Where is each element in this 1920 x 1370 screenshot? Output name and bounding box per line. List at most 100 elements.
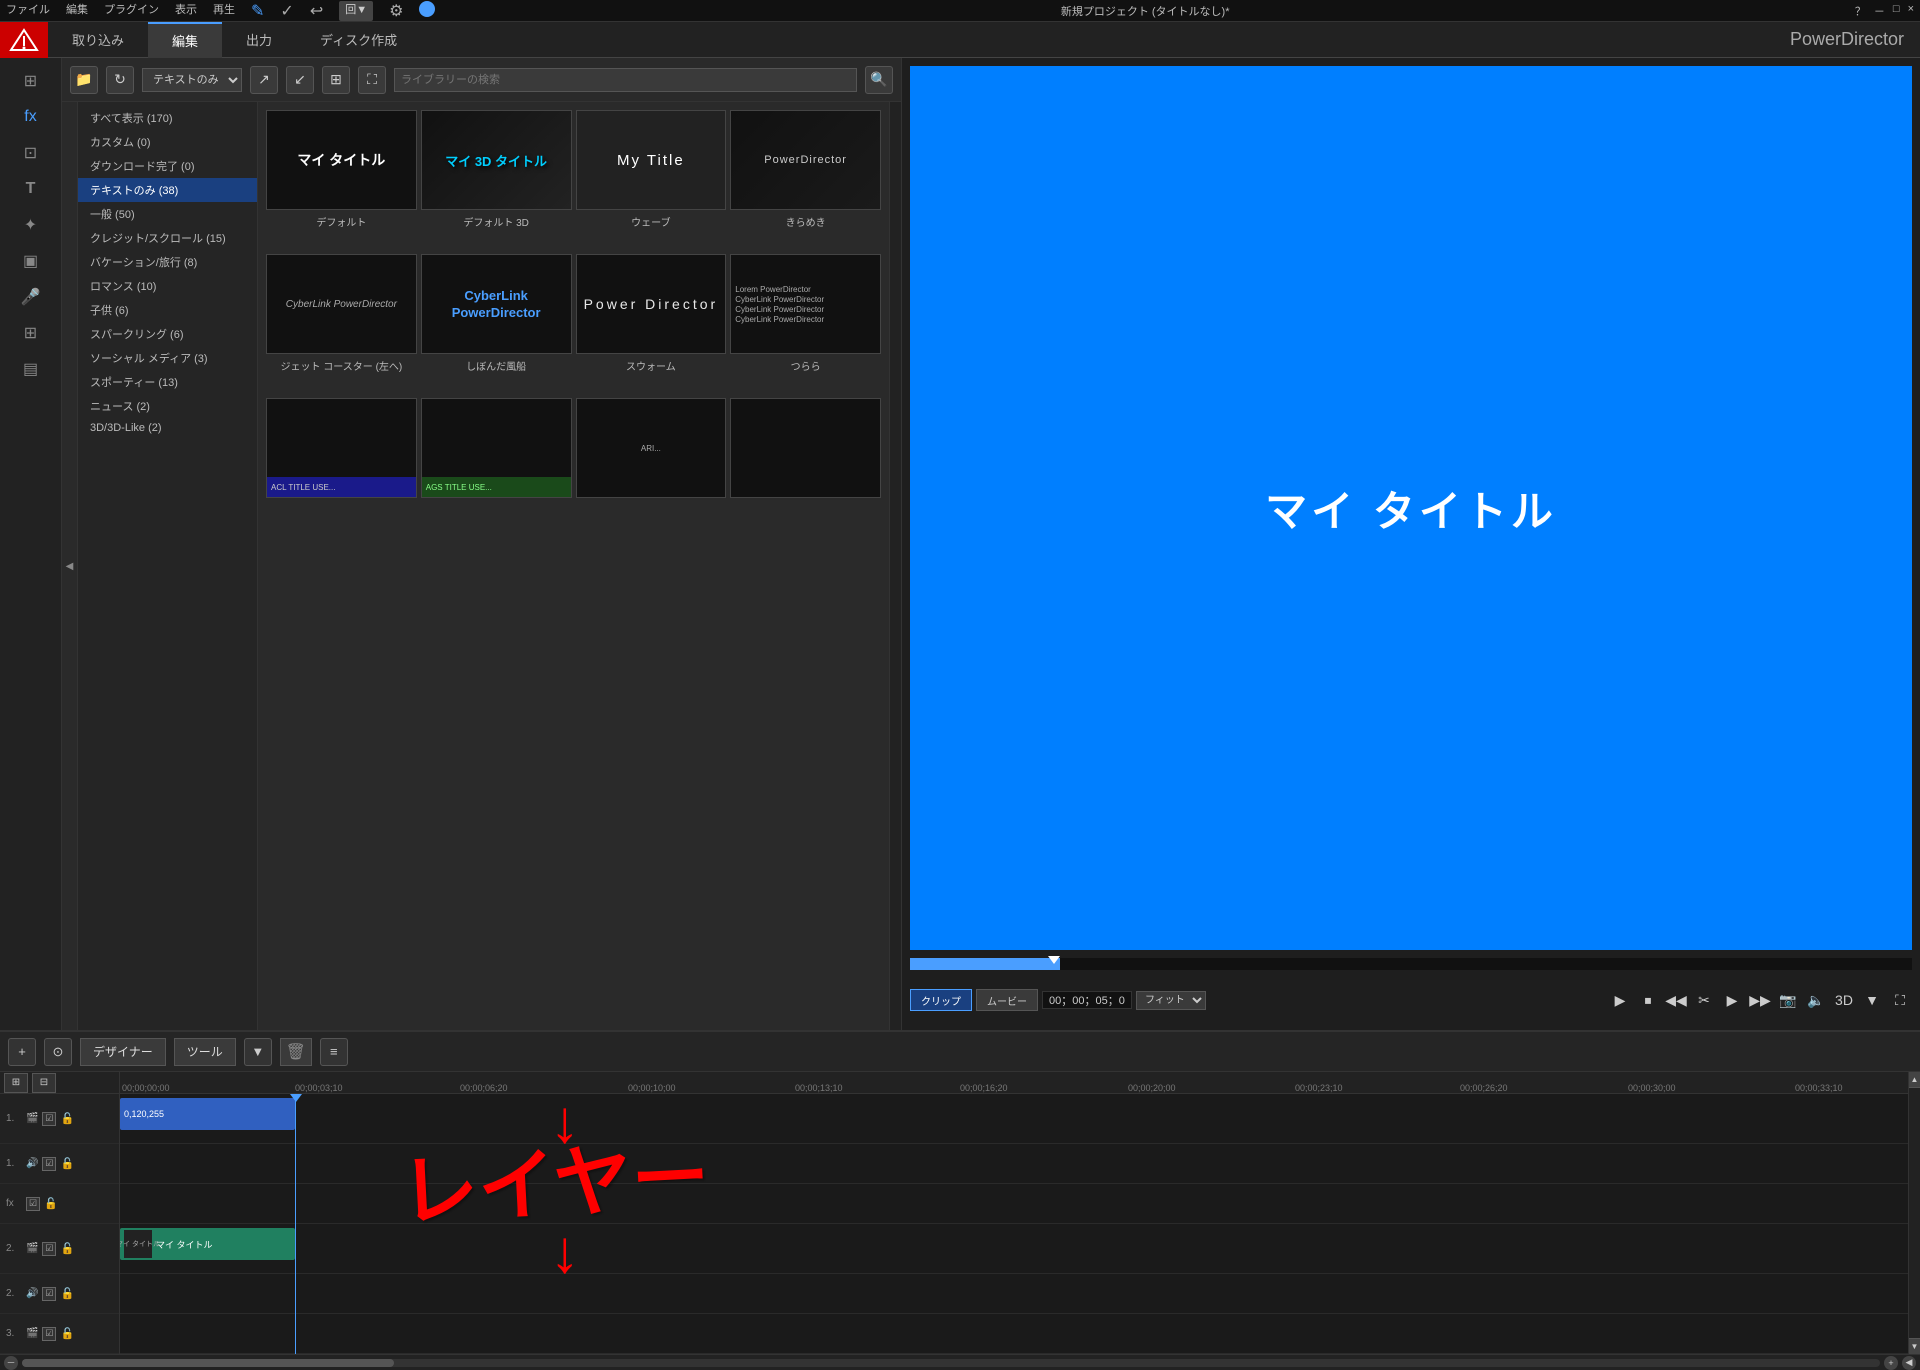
- import-btn[interactable]: 📁: [70, 66, 98, 94]
- help-btn[interactable]: ？: [1855, 3, 1866, 19]
- category-all[interactable]: すべて表示 (170): [78, 106, 257, 130]
- search-icon[interactable]: 🔍: [865, 66, 893, 94]
- fullscreen-btn[interactable]: ⛶: [358, 66, 386, 94]
- template-r3b[interactable]: AGS TITLE USE...: [421, 398, 572, 538]
- template-r3a[interactable]: ACL TITLE USE...: [266, 398, 417, 538]
- library-search[interactable]: [394, 68, 857, 92]
- category-textonly[interactable]: テキストのみ (38): [78, 178, 257, 202]
- prev-frame-btn[interactable]: ◀◀: [1664, 988, 1688, 1012]
- snapshot-btn[interactable]: 📷: [1776, 988, 1800, 1012]
- progress-handle[interactable]: [1048, 956, 1060, 964]
- fast-forward-btn[interactable]: ▶▶: [1748, 988, 1772, 1012]
- designer-btn[interactable]: デザイナー: [80, 1038, 166, 1066]
- audio-btn[interactable]: 🔈: [1804, 988, 1828, 1012]
- template-balloon[interactable]: CyberLink PowerDirector しぼんだ風船: [421, 254, 572, 394]
- trim-btn[interactable]: ✂: [1692, 988, 1716, 1012]
- template-default[interactable]: マイ タイトル デフォルト: [266, 110, 417, 250]
- next-frame-btn[interactable]: ▶: [1720, 988, 1744, 1012]
- import2-btn[interactable]: ↙: [286, 66, 314, 94]
- fit-dropdown[interactable]: フィット: [1136, 991, 1206, 1010]
- fx-lock[interactable]: 🔓: [44, 1197, 58, 1210]
- menu-view[interactable]: 表示: [175, 1, 197, 21]
- sidebar-fx-icon[interactable]: fx: [13, 102, 49, 132]
- play-btn[interactable]: ▶: [1608, 988, 1632, 1012]
- menu-plugin[interactable]: プラグイン: [104, 1, 159, 21]
- 3d-btn[interactable]: 3D: [1832, 988, 1856, 1012]
- stop-btn[interactable]: ⏹: [1636, 988, 1660, 1012]
- export-btn[interactable]: ↗: [250, 66, 278, 94]
- category-custom[interactable]: カスタム (0): [78, 130, 257, 154]
- minimize-btn[interactable]: －: [1874, 3, 1885, 19]
- category-news[interactable]: ニュース (2): [78, 394, 257, 418]
- category-general[interactable]: 一般 (50): [78, 202, 257, 226]
- restore-btn[interactable]: □: [1893, 3, 1900, 19]
- category-social[interactable]: ソーシャル メディア (3): [78, 346, 257, 370]
- category-3d[interactable]: 3D/3D-Like (2): [78, 418, 257, 438]
- delete-btn[interactable]: 🗑: [280, 1038, 312, 1066]
- track1-lock[interactable]: 🔓: [60, 1112, 74, 1125]
- template-coaster[interactable]: CyberLink PowerDirector ジェット コースター (左へ): [266, 254, 417, 394]
- zoom-in-btn[interactable]: +: [1884, 1356, 1898, 1370]
- track3-lock[interactable]: 🔓: [60, 1327, 74, 1340]
- track1-vis[interactable]: ☑: [42, 1112, 56, 1126]
- sidebar-media-icon[interactable]: ⊞: [13, 66, 49, 96]
- track1-audio-vis[interactable]: ☑: [42, 1157, 56, 1171]
- category-vacation[interactable]: バケーション/旅行 (8): [78, 250, 257, 274]
- menu-file[interactable]: ファイル: [6, 1, 50, 21]
- category-kids[interactable]: 子供 (6): [78, 298, 257, 322]
- 3d-dropdown-btn[interactable]: ▼: [1860, 988, 1884, 1012]
- close-btn[interactable]: ×: [1908, 3, 1914, 19]
- timeline-scrubber[interactable]: [910, 958, 1912, 970]
- tab-output[interactable]: 出力: [222, 22, 296, 58]
- category-sparkling[interactable]: スパークリング (6): [78, 322, 257, 346]
- track2-audio-vis[interactable]: ☑: [42, 1287, 56, 1301]
- category-sporty[interactable]: スポーティー (13): [78, 370, 257, 394]
- clip-btn[interactable]: クリップ: [910, 989, 972, 1011]
- track2-clip[interactable]: マイ タイトル マイ タイトル: [120, 1228, 295, 1260]
- grid-btn[interactable]: ⊞: [322, 66, 350, 94]
- timeline-content[interactable]: 0,120,255 マイ タイトル マイ タイトル: [120, 1094, 1908, 1354]
- template-3d[interactable]: マイ 3D タイトル デフォルト 3D: [421, 110, 572, 250]
- template-icicle[interactable]: Lorem PowerDirector CyberLink PowerDirec…: [730, 254, 881, 394]
- multitrack-btn[interactable]: ≡: [320, 1038, 348, 1066]
- template-wave[interactable]: My Title ウェーブ: [576, 110, 727, 250]
- track1-audio-lock[interactable]: 🔓: [60, 1157, 74, 1170]
- template-r3c[interactable]: ARI...: [576, 398, 727, 538]
- track2-audio-lock[interactable]: 🔓: [60, 1287, 74, 1300]
- menu-edit[interactable]: 編集: [66, 1, 88, 21]
- sidebar-chapter-icon[interactable]: ⊞: [13, 318, 49, 348]
- zoom-btn[interactable]: ⊟: [32, 1073, 56, 1093]
- fx-vis[interactable]: ☑: [26, 1197, 40, 1211]
- filter-dropdown[interactable]: テキストのみ: [142, 68, 242, 92]
- timeline-settings-btn[interactable]: ⊙: [44, 1038, 72, 1066]
- sidebar-audio-icon[interactable]: 🎤: [13, 282, 49, 312]
- track1-clip[interactable]: 0,120,255: [120, 1098, 295, 1130]
- category-romance[interactable]: ロマンス (10): [78, 274, 257, 298]
- sidebar-subtitle-icon[interactable]: ▤: [13, 354, 49, 384]
- timeline-vscrollbar[interactable]: ▲ ▼: [1908, 1072, 1920, 1354]
- tool-dropdown-btn[interactable]: ▼: [244, 1038, 272, 1066]
- scroll-left-btn[interactable]: ◀: [1902, 1356, 1916, 1370]
- grid-scrollbar[interactable]: [889, 102, 901, 1030]
- tab-disc[interactable]: ディスク作成: [296, 22, 421, 58]
- sidebar-title-icon[interactable]: T: [13, 174, 49, 204]
- template-swarm[interactable]: Power Director スウォーム: [576, 254, 727, 394]
- fit-timeline-btn[interactable]: ⊞: [4, 1073, 28, 1093]
- template-r3d[interactable]: [730, 398, 881, 538]
- playhead[interactable]: [295, 1094, 296, 1354]
- timeline-hscrollbar[interactable]: － + ◀: [0, 1354, 1920, 1370]
- zoom-out-btn[interactable]: －: [4, 1356, 18, 1370]
- track2-vis[interactable]: ☑: [42, 1242, 56, 1256]
- category-download[interactable]: ダウンロード完了 (0): [78, 154, 257, 178]
- tool-btn[interactable]: ツール: [174, 1038, 236, 1066]
- movie-btn[interactable]: ムービー: [976, 989, 1038, 1011]
- track2-lock[interactable]: 🔓: [60, 1242, 74, 1255]
- timecode-input[interactable]: 00；00；05；00: [1042, 991, 1132, 1009]
- sidebar-pip-icon[interactable]: ▣: [13, 246, 49, 276]
- refresh-btn[interactable]: ↻: [106, 66, 134, 94]
- timeline-ruler[interactable]: 00;00;00;00 00;00;03;10 00;00;06;20 00;0…: [120, 1072, 1908, 1094]
- tab-import[interactable]: 取り込み: [48, 22, 148, 58]
- category-credits[interactable]: クレジット/スクロール (15): [78, 226, 257, 250]
- menu-play[interactable]: 再生: [213, 1, 235, 21]
- sidebar-particle-icon[interactable]: ✦: [13, 210, 49, 240]
